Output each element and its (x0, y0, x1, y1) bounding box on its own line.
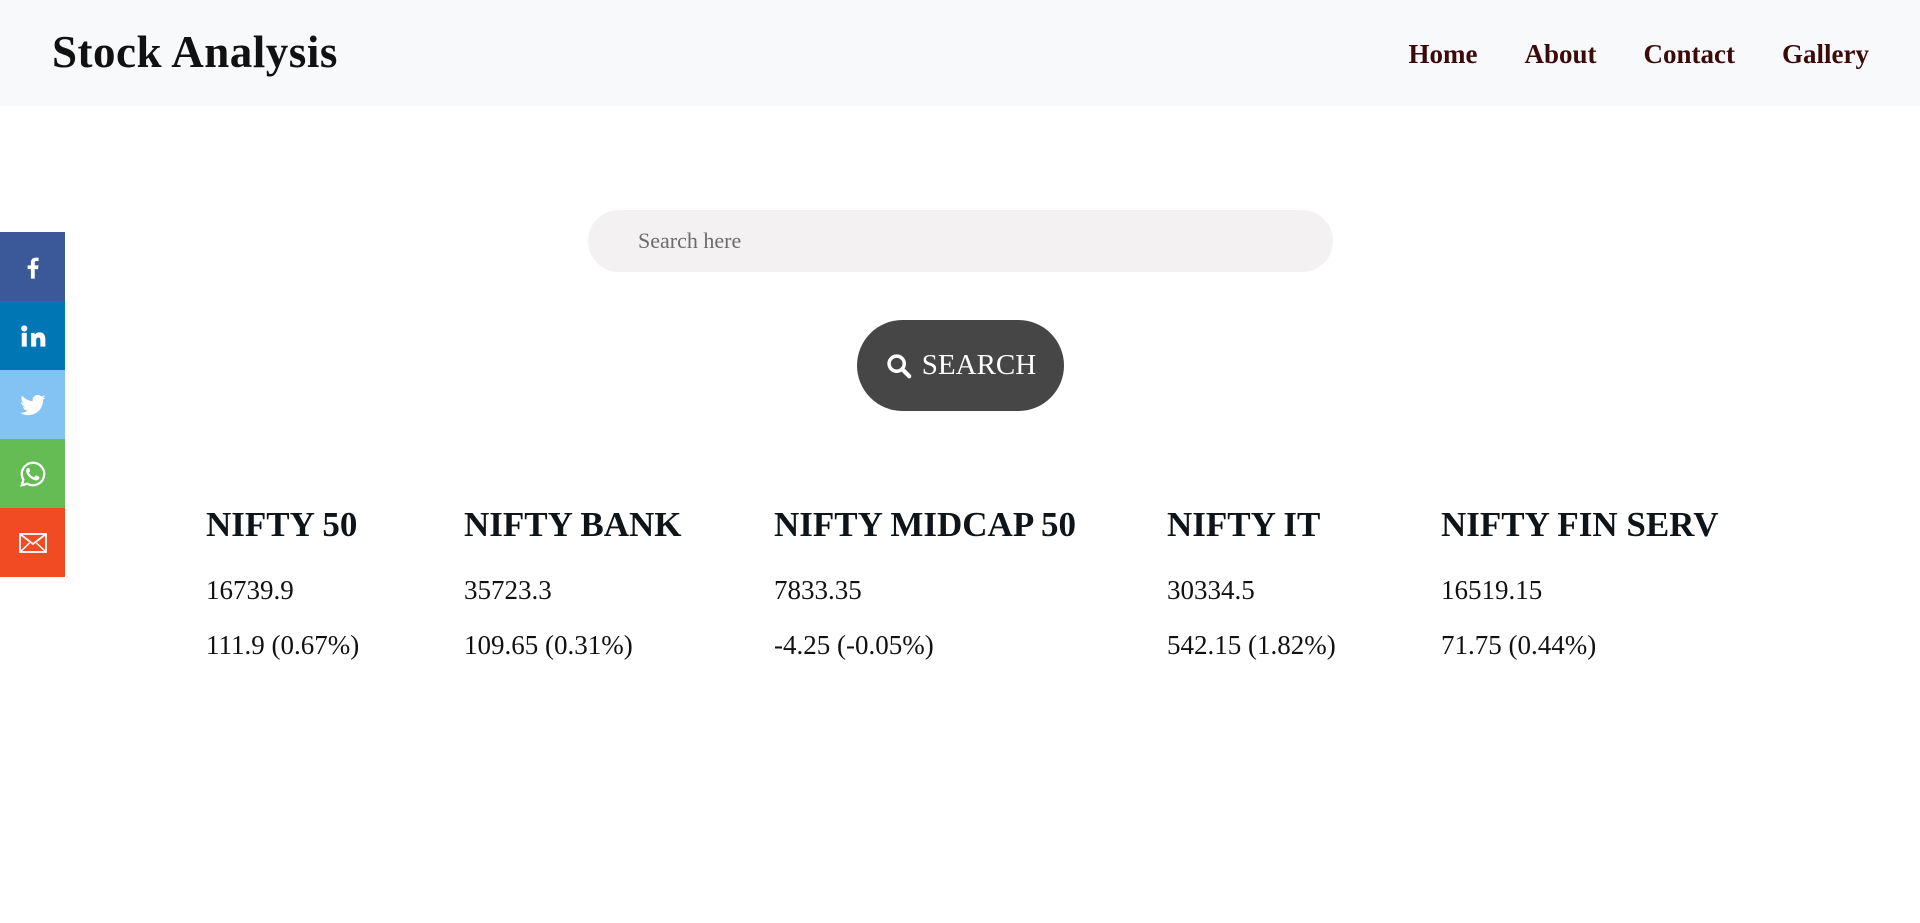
index-name: NIFTY BANK (464, 505, 682, 544)
site-brand[interactable]: Stock Analysis (52, 26, 338, 78)
index-name: NIFTY 50 (206, 505, 358, 544)
index-value: 7833.35 (774, 575, 862, 605)
mail-icon (18, 531, 48, 555)
nav-link-gallery[interactable]: Gallery (1782, 36, 1869, 72)
search-button-label: SEARCH (921, 349, 1037, 381)
index-value: 30334.5 (1167, 575, 1255, 605)
index-card-nifty-it: NIFTY IT 30334.5 542.15 (1.82%) (1167, 500, 1336, 663)
social-share-bar (0, 232, 65, 577)
search-input[interactable] (588, 210, 1333, 272)
email-share-button[interactable] (0, 508, 65, 577)
index-name: NIFTY IT (1167, 505, 1321, 544)
linkedin-share-button[interactable] (0, 301, 65, 370)
index-value: 16519.15 (1441, 575, 1543, 605)
search-icon (885, 352, 913, 380)
index-name: NIFTY MIDCAP 50 (774, 505, 1077, 544)
index-card-nifty-50: NIFTY 50 16739.9 111.9 (0.67%) (206, 500, 359, 663)
index-change: -4.25 (-0.05%) (774, 630, 934, 660)
index-name: NIFTY FIN SERV (1441, 505, 1719, 544)
index-value: 16739.9 (206, 575, 294, 605)
linkedin-icon (18, 321, 48, 351)
facebook-icon (19, 253, 47, 281)
twitter-icon (18, 390, 48, 420)
index-card-nifty-fin-serv: NIFTY FIN SERV 16519.15 71.75 (0.44%) (1441, 500, 1719, 663)
facebook-share-button[interactable] (0, 232, 65, 301)
index-card-nifty-bank: NIFTY BANK 35723.3 109.65 (0.31%) (464, 500, 681, 663)
twitter-share-button[interactable] (0, 370, 65, 439)
index-value: 35723.3 (464, 575, 552, 605)
search-button[interactable]: SEARCH (857, 320, 1064, 411)
nav-links: Home About Contact Gallery (1362, 36, 1869, 72)
nav-link-home[interactable]: Home (1409, 36, 1478, 72)
whatsapp-icon (18, 459, 48, 489)
nav-link-about[interactable]: About (1525, 36, 1597, 72)
index-change: 111.9 (0.67%) (206, 630, 360, 660)
index-change: 109.65 (0.31%) (464, 630, 633, 660)
navbar: Stock Analysis Home About Contact Galler… (0, 0, 1920, 106)
nav-link-contact[interactable]: Contact (1644, 36, 1735, 72)
index-card-nifty-midcap-50: NIFTY MIDCAP 50 7833.35 -4.25 (-0.05%) (774, 500, 1076, 663)
whatsapp-share-button[interactable] (0, 439, 65, 508)
index-change: 71.75 (0.44%) (1441, 630, 1597, 660)
index-change: 542.15 (1.82%) (1167, 630, 1336, 660)
